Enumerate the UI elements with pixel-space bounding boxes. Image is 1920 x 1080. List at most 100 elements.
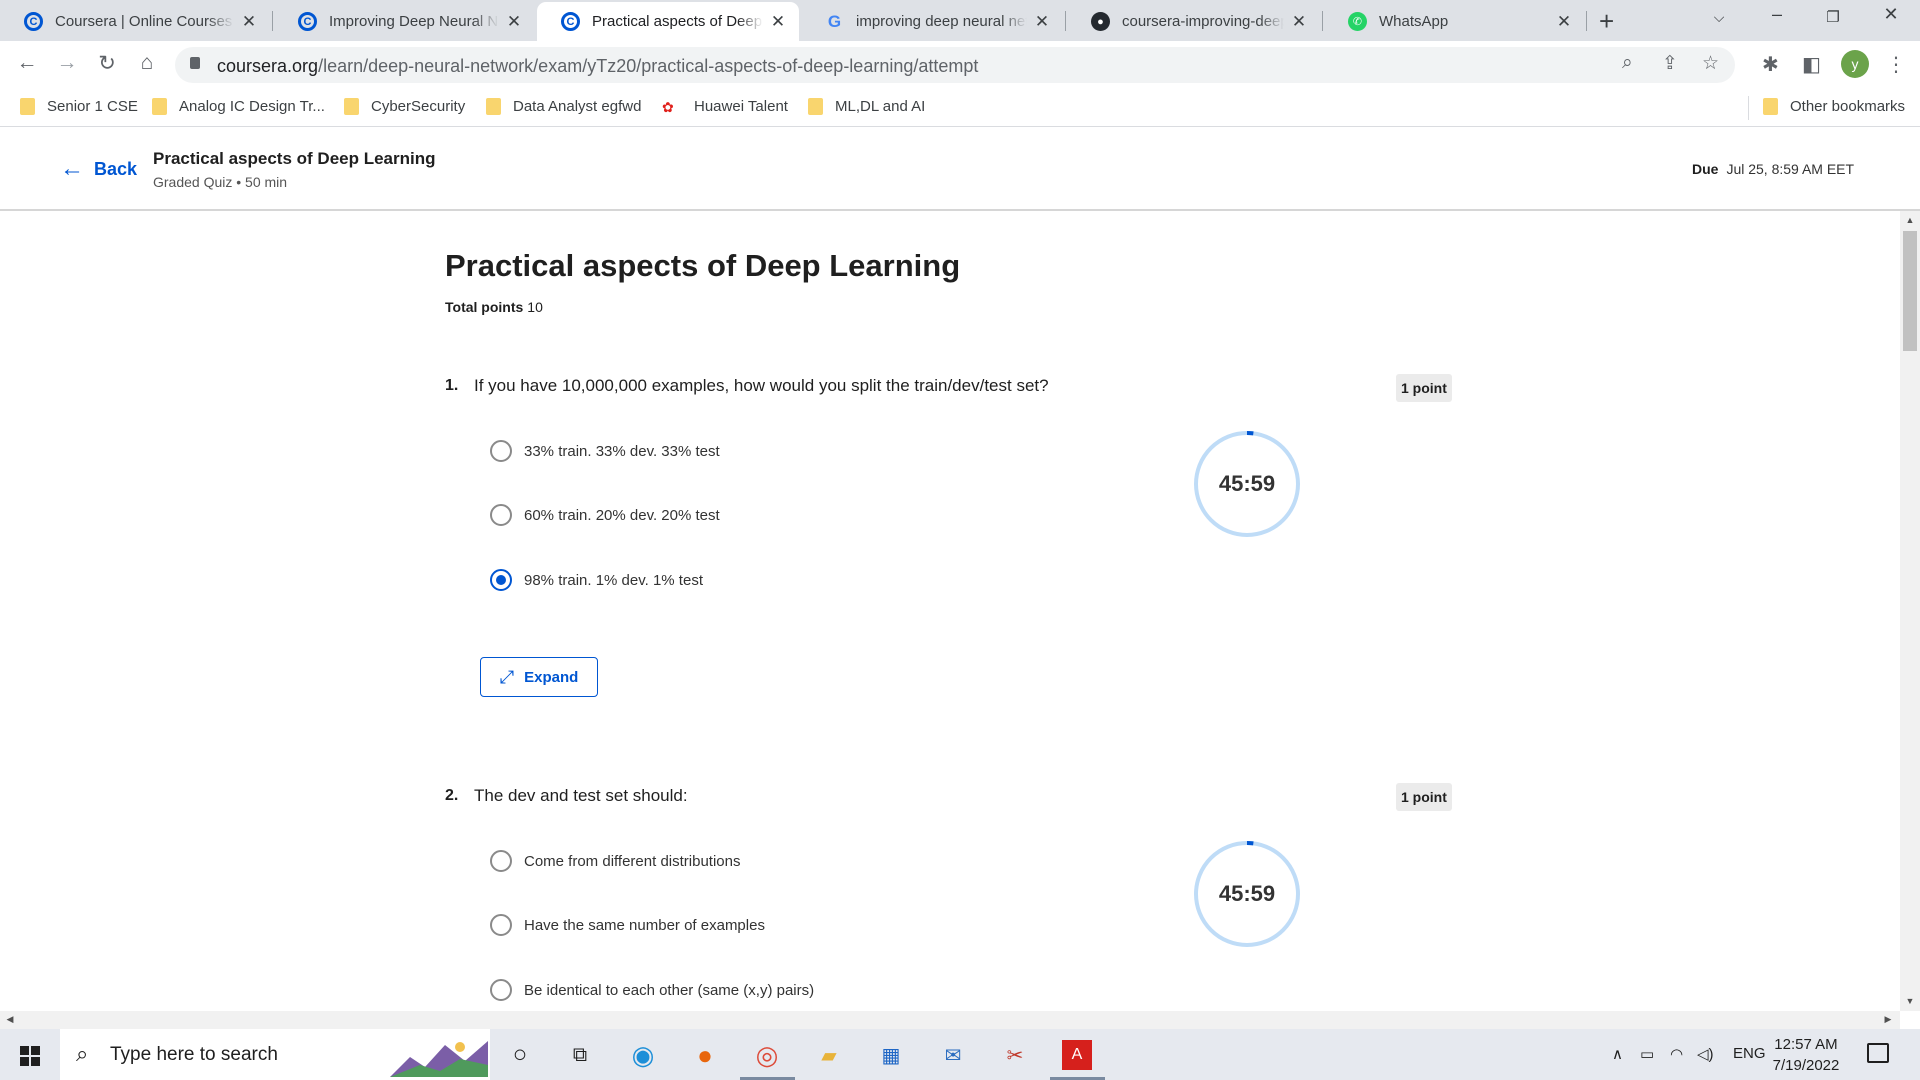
edge-browser-icon[interactable]: ◉ [628, 1040, 658, 1070]
file-explorer-icon[interactable]: ▰ [814, 1040, 844, 1070]
scrollbar-thumb[interactable] [1903, 231, 1917, 351]
volume-icon[interactable]: ◁) [1697, 1045, 1714, 1063]
bookmark-data-analyst[interactable]: Data Analyst egfwd [486, 98, 641, 115]
restore-icon[interactable]: ❐ [1808, 8, 1858, 26]
notification-center-icon[interactable] [1867, 1043, 1889, 1063]
close-icon[interactable]: ✕ [505, 12, 523, 32]
new-tab-plus-icon[interactable]: + [1599, 6, 1614, 37]
show-hidden-icons-chevron-icon[interactable]: ∧ [1612, 1045, 1623, 1063]
tab-title: Improving Deep Neural Networks [329, 13, 499, 30]
scroll-right-arrow-icon[interactable]: ▶ [1878, 1014, 1898, 1025]
bookmark-label: Senior 1 CSE [47, 98, 138, 115]
tab-github[interactable]: ● coursera-improving-deep-neural ✕ [1067, 2, 1320, 41]
windows-start-icon[interactable] [20, 1046, 40, 1066]
language-indicator[interactable]: ENG [1733, 1045, 1766, 1062]
side-panel-icon[interactable]: ◧ [1802, 52, 1821, 77]
answer-option[interactable]: Be identical to each other (same (x,y) p… [490, 979, 814, 1001]
address-bar[interactable]: coursera.org/learn/deep-neural-network/e… [175, 47, 1735, 83]
tab-improving-dnn[interactable]: C Improving Deep Neural Networks ✕ [274, 2, 535, 41]
close-icon[interactable]: ✕ [240, 12, 258, 32]
bookmark-ml-dl-ai[interactable]: ML,DL and AI [808, 98, 925, 115]
microsoft-store-icon[interactable]: ▦ [876, 1040, 906, 1070]
scroll-down-arrow-icon[interactable]: ▼ [1900, 996, 1920, 1006]
close-icon[interactable]: ✕ [769, 12, 787, 32]
radio-button[interactable] [490, 914, 512, 936]
bookmark-cybersecurity[interactable]: CyberSecurity [344, 98, 465, 115]
points-badge: 1 point [1396, 783, 1452, 811]
radio-button[interactable] [490, 440, 512, 462]
system-clock[interactable]: 12:57 AM 7/19/2022 [1770, 1034, 1842, 1076]
windows-taskbar: ⌕ Type here to search ○ ⧉ ◉ ● ◎ ▰ ▦ ✉ ✂ … [0, 1029, 1920, 1080]
home-icon[interactable]: ⌂ [132, 51, 162, 75]
tab-title: Practical aspects of Deep Learning [592, 13, 763, 30]
expand-button[interactable]: ⤢ Expand [480, 657, 598, 697]
tab-coursera-home[interactable]: C Coursera | Online Courses & Credential… [0, 2, 270, 41]
mail-icon[interactable]: ✉ [938, 1040, 968, 1070]
bookmarks-bar: Senior 1 CSE Analog IC Design Tr... Cybe… [0, 90, 1920, 127]
tab-title: Coursera | Online Courses & Credentials [55, 13, 234, 30]
battery-icon[interactable]: ▭ [1640, 1045, 1654, 1063]
lock-icon [190, 57, 200, 69]
option-label: 60% train. 20% dev. 20% test [524, 506, 720, 524]
cortana-circle-icon[interactable]: ○ [505, 1040, 535, 1070]
back-arrow-icon[interactable]: ← [12, 51, 42, 75]
answer-option[interactable]: Have the same number of examples [490, 914, 765, 936]
bookmark-senior-1-cse[interactable]: Senior 1 CSE [20, 98, 138, 115]
answer-option[interactable]: Come from different distributions [490, 850, 740, 872]
back-button[interactable]: ← Back [60, 155, 137, 183]
share-icon[interactable]: ⇪ [1662, 52, 1678, 75]
url-text[interactable]: coursera.org/learn/deep-neural-network/e… [217, 56, 978, 77]
close-icon[interactable]: ✕ [1290, 12, 1308, 32]
coursera-icon: C [561, 12, 580, 31]
task-view-icon[interactable]: ⧉ [565, 1040, 595, 1070]
radio-button[interactable] [490, 979, 512, 1001]
other-bookmarks[interactable]: Other bookmarks [1763, 98, 1905, 115]
profile-avatar[interactable]: y [1841, 50, 1869, 78]
vertical-scrollbar[interactable]: ▲ ▼ [1900, 211, 1920, 1011]
radio-button[interactable] [490, 504, 512, 526]
scroll-up-arrow-icon[interactable]: ▲ [1900, 215, 1920, 225]
folder-icon [344, 98, 359, 115]
tab-title: coursera-improving-deep-neural [1122, 13, 1284, 30]
acrobat-reader-icon[interactable]: A [1062, 1040, 1092, 1070]
close-icon[interactable]: ✕ [1033, 12, 1051, 32]
menu-dots-icon[interactable]: ⋮ [1886, 52, 1906, 77]
reload-icon[interactable]: ↻ [92, 51, 122, 76]
timer-ring: 45:59 [1193, 430, 1301, 538]
due-label: Due [1692, 161, 1719, 177]
search-placeholder: Type here to search [110, 1044, 278, 1065]
zoom-icon[interactable]: ⌕ [1622, 52, 1633, 74]
bookmark-star-icon[interactable]: ☆ [1702, 52, 1719, 75]
option-label: Come from different distributions [524, 852, 741, 870]
bookmark-huawei-talent[interactable]: ✿ Huawei Talent [662, 98, 788, 115]
taskbar-search-box[interactable]: ⌕ Type here to search [60, 1029, 490, 1080]
wifi-icon[interactable]: ◠ [1670, 1045, 1683, 1063]
chrome-icon[interactable]: ◎ [752, 1040, 782, 1070]
tab-separator [1065, 11, 1066, 31]
radio-button[interactable] [490, 850, 512, 872]
header-subtitle: Graded Quiz • 50 min [153, 174, 288, 190]
radio-button-selected[interactable] [490, 569, 512, 591]
answer-option[interactable]: 60% train. 20% dev. 20% test [490, 504, 720, 526]
tab-google-search[interactable]: G improving deep neural networks ✕ [801, 2, 1063, 41]
extensions-puzzle-icon[interactable]: ✱ [1762, 52, 1779, 77]
answer-option[interactable]: 98% train. 1% dev. 1% test [490, 569, 703, 591]
bookmark-divider [1748, 96, 1749, 120]
close-icon[interactable]: ✕ [1555, 12, 1573, 32]
folder-icon [808, 98, 823, 115]
window-close-icon[interactable]: ✕ [1866, 4, 1916, 25]
forward-arrow-icon[interactable]: → [52, 51, 82, 75]
firefox-icon[interactable]: ● [690, 1040, 720, 1070]
bookmark-analog-ic[interactable]: Analog IC Design Tr... [152, 98, 325, 115]
tab-practical-aspects[interactable]: C Practical aspects of Deep Learning ✕ [537, 2, 799, 41]
folder-icon [1763, 98, 1778, 115]
answer-option[interactable]: 33% train. 33% dev. 33% test [490, 440, 720, 462]
bookmark-label: Data Analyst egfwd [513, 98, 642, 115]
snipping-tool-icon[interactable]: ✂ [1000, 1040, 1030, 1070]
horizontal-scrollbar[interactable]: ◀ ▶ [0, 1011, 1900, 1029]
tab-separator [1322, 11, 1323, 31]
scroll-left-arrow-icon[interactable]: ◀ [0, 1014, 20, 1025]
tab-search-chevron-icon[interactable]: ⌵ [1694, 9, 1744, 26]
tab-whatsapp[interactable]: ✆ WhatsApp ✕ [1324, 2, 1585, 41]
minimize-icon[interactable]: – [1752, 4, 1802, 25]
